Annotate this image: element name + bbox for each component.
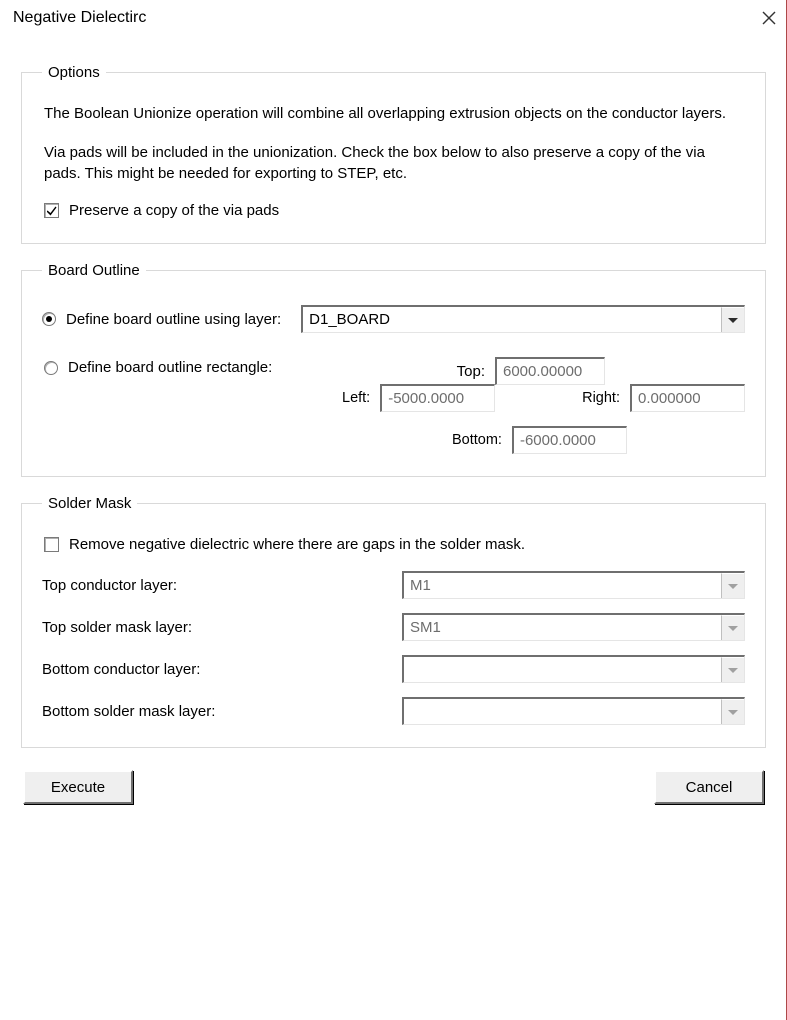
layer-combobox[interactable]: D1_BOARD (301, 305, 745, 333)
rect-top-label: Top: (457, 363, 485, 380)
preserve-via-pads-checkbox[interactable] (44, 203, 59, 218)
top-solder-combobox[interactable]: SM1 (402, 613, 745, 641)
remove-neg-dielectric-row: Remove negative dielectric where there a… (44, 536, 745, 553)
chevron-down-icon[interactable] (721, 307, 744, 332)
dialog-buttons: Execute Cancel (21, 770, 766, 804)
client-area: Options The Boolean Unionize operation w… (1, 36, 786, 824)
close-icon (762, 11, 776, 25)
options-para2: Via pads will be included in the unioniz… (44, 142, 743, 184)
radio-use-rect-label[interactable]: Define board outline rectangle: (68, 359, 272, 376)
bottom-conductor-row: Bottom conductor layer: (42, 655, 745, 683)
top-solder-label: Top solder mask layer: (42, 619, 402, 636)
radio-use-layer-label[interactable]: Define board outline using layer: (66, 311, 281, 328)
execute-button[interactable]: Execute (23, 770, 133, 804)
rect-bottom-input[interactable] (512, 426, 627, 454)
options-text: The Boolean Unionize operation will comb… (44, 103, 743, 184)
remove-neg-dielectric-checkbox[interactable] (44, 537, 59, 552)
chevron-down-icon (721, 573, 744, 598)
radio-use-rect[interactable] (44, 361, 58, 375)
rect-right-input[interactable] (630, 384, 745, 412)
top-conductor-combobox[interactable]: M1 (402, 571, 745, 599)
board-outline-group: Board Outline Define board outline using… (21, 262, 766, 477)
board-outline-legend: Board Outline (42, 262, 146, 279)
top-solder-row: Top solder mask layer: SM1 (42, 613, 745, 641)
options-para1: The Boolean Unionize operation will comb… (44, 103, 743, 124)
rect-top-input[interactable] (495, 357, 605, 385)
titlebar: Negative Dielectirc (1, 0, 786, 36)
chevron-down-icon (721, 699, 744, 724)
options-group: Options The Boolean Unionize operation w… (21, 64, 766, 244)
bottom-solder-value (404, 699, 721, 724)
rect-right-label: Right: (582, 390, 620, 406)
layer-combobox-value: D1_BOARD (303, 307, 721, 332)
rect-bottom-label: Bottom: (452, 432, 502, 448)
chevron-down-icon (721, 615, 744, 640)
preserve-via-pads-label[interactable]: Preserve a copy of the via pads (69, 202, 279, 219)
cancel-button[interactable]: Cancel (654, 770, 764, 804)
bottom-conductor-label: Bottom conductor layer: (42, 661, 402, 678)
rect-left-input[interactable] (380, 384, 495, 412)
window-title: Negative Dielectirc (13, 9, 762, 27)
dialog-window: Negative Dielectirc Options The Boolean … (0, 0, 787, 1020)
top-conductor-value: M1 (404, 573, 721, 598)
preserve-via-pads-row: Preserve a copy of the via pads (44, 202, 745, 219)
bottom-conductor-combobox[interactable] (402, 655, 745, 683)
radio-use-layer[interactable] (42, 312, 56, 326)
solder-mask-legend: Solder Mask (42, 495, 137, 512)
close-button[interactable] (762, 11, 776, 25)
top-solder-value: SM1 (404, 615, 721, 640)
board-outline-layer-row: Define board outline using layer: D1_BOA… (42, 305, 745, 333)
top-conductor-label: Top conductor layer: (42, 577, 402, 594)
top-conductor-row: Top conductor layer: M1 (42, 571, 745, 599)
bottom-solder-combobox[interactable] (402, 697, 745, 725)
remove-neg-dielectric-label[interactable]: Remove negative dielectric where there a… (69, 536, 525, 553)
bottom-solder-label: Bottom solder mask layer: (42, 703, 402, 720)
bottom-conductor-value (404, 657, 721, 682)
options-legend: Options (42, 64, 106, 81)
chevron-down-icon (721, 657, 744, 682)
solder-mask-group: Solder Mask Remove negative dielectric w… (21, 495, 766, 748)
bottom-solder-row: Bottom solder mask layer: (42, 697, 745, 725)
rect-left-label2: Left: (342, 390, 370, 406)
